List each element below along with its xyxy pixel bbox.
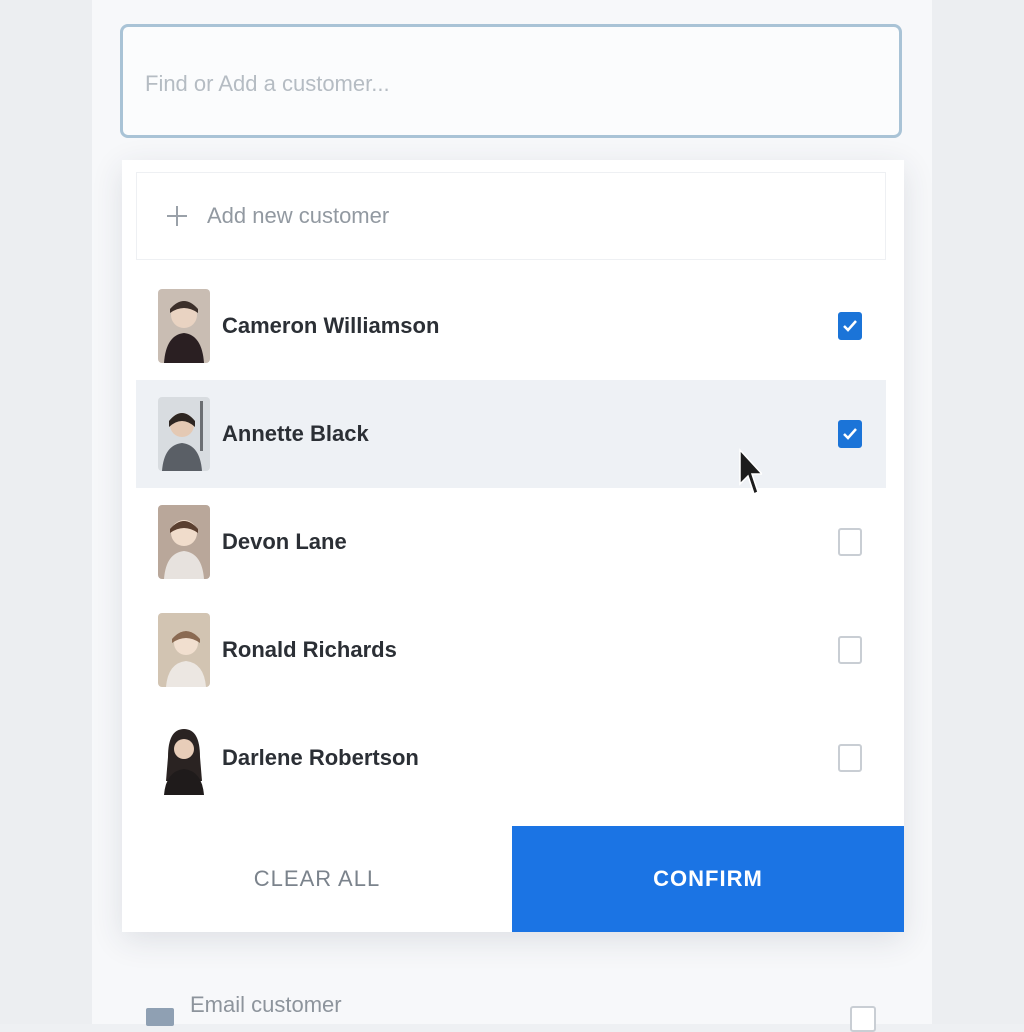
- customer-name: Cameron Williamson: [222, 313, 440, 338]
- plus-icon: [167, 206, 187, 226]
- add-new-customer-option[interactable]: Add new customer: [136, 172, 886, 260]
- mouse-pointer-icon: [739, 448, 762, 496]
- customer-checkbox[interactable]: [838, 528, 862, 556]
- confirm-button[interactable]: CONFIRM: [512, 826, 904, 932]
- add-new-customer-label: Add new customer: [207, 203, 390, 228]
- customer-dropdown: Add new customer Cameron Williamson Anne…: [122, 160, 904, 932]
- avatar: [158, 397, 210, 471]
- customer-search-input[interactable]: [143, 55, 867, 113]
- email-icon: [146, 1008, 174, 1026]
- customer-row[interactable]: Darlene Robertson: [136, 704, 886, 812]
- search-box[interactable]: [120, 24, 902, 138]
- customer-row[interactable]: Cameron Williamson: [136, 272, 886, 380]
- check-icon: [843, 320, 857, 332]
- customer-checkbox[interactable]: [838, 312, 862, 340]
- customer-row[interactable]: Ronald Richards: [136, 596, 886, 704]
- clear-all-button[interactable]: CLEAR ALL: [122, 826, 512, 932]
- customer-checkbox[interactable]: [838, 420, 862, 448]
- background-right: [932, 0, 1024, 1024]
- email-customer-checkbox[interactable]: [850, 1006, 876, 1032]
- customer-name: Darlene Robertson: [222, 745, 419, 770]
- avatar: [158, 505, 210, 579]
- customer-checkbox[interactable]: [838, 636, 862, 664]
- customer-list: Cameron Williamson Annette Black Devon L…: [136, 272, 886, 812]
- customer-name: Devon Lane: [222, 529, 347, 554]
- avatar: [158, 721, 210, 795]
- background-left: [0, 0, 92, 1024]
- email-customer-label: Email customer: [190, 992, 342, 1017]
- customer-row[interactable]: Devon Lane: [136, 488, 886, 596]
- email-customer-option[interactable]: Email customer: [146, 988, 886, 1032]
- customer-name: Annette Black: [222, 421, 369, 446]
- check-icon: [843, 428, 857, 440]
- avatar: [158, 613, 210, 687]
- customer-row[interactable]: Annette Black: [136, 380, 886, 488]
- customer-name: Ronald Richards: [222, 637, 397, 662]
- customer-checkbox[interactable]: [838, 744, 862, 772]
- avatar: [158, 289, 210, 363]
